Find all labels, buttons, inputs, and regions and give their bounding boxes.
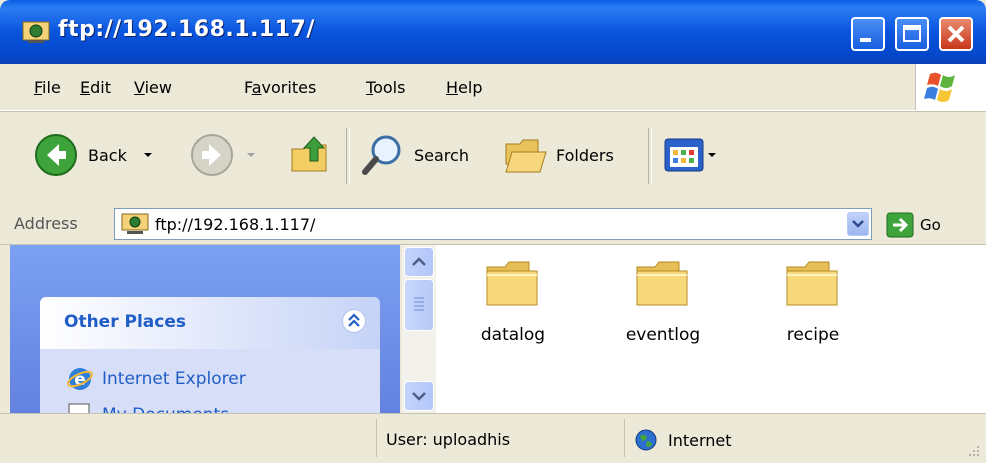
close-button[interactable] [939, 17, 973, 51]
search-button[interactable]: Search [360, 132, 469, 178]
folder-label: datalog [480, 325, 546, 345]
other-places-header[interactable]: Other Places [40, 297, 380, 349]
folder-item[interactable]: eventlog [608, 257, 718, 345]
folder-icon [786, 261, 838, 306]
explorer-window: ftp://192.168.1.117/ File Edit View Favo… [0, 0, 986, 463]
chevron-down-icon[interactable] [706, 150, 718, 160]
other-places-body: e Internet Explorer My Documents [40, 349, 380, 413]
window-title: ftp://192.168.1.117/ [58, 17, 315, 42]
folder-item[interactable]: datalog [458, 257, 568, 345]
globe-icon [635, 429, 657, 451]
menu-favorites[interactable]: Favorites [244, 78, 316, 97]
scroll-up-button[interactable] [404, 247, 434, 277]
scroll-down-button[interactable] [404, 381, 434, 411]
panel-title: Other Places [64, 312, 186, 332]
resize-grip-icon[interactable] [962, 439, 982, 459]
go-arrow-icon [886, 212, 914, 238]
minimize-button[interactable] [851, 17, 885, 51]
ftp-folder-icon [22, 21, 50, 43]
toolbar-separator [346, 128, 350, 184]
address-dropdown-button[interactable] [847, 212, 869, 236]
folder-label: eventlog [625, 325, 701, 345]
folders-label: Folders [556, 145, 614, 165]
folder-item[interactable]: recipe [758, 257, 868, 345]
folder-icon [636, 261, 688, 306]
back-arrow-icon [35, 134, 77, 176]
back-label: Back [88, 145, 127, 165]
status-user: User: uploadhis [386, 430, 511, 449]
chevron-down-icon[interactable] [141, 150, 155, 160]
folders-icon [505, 139, 547, 173]
chevron-down-icon [412, 392, 426, 401]
up-folder-icon [291, 136, 327, 172]
forward-arrow-icon [191, 134, 233, 176]
forward-button[interactable] [190, 133, 258, 177]
status-divider [376, 419, 377, 457]
views-button[interactable] [664, 138, 718, 172]
scroll-thumb[interactable] [404, 279, 434, 331]
title-bar[interactable]: ftp://192.168.1.117/ [0, 0, 986, 64]
task-pane-scrollbar[interactable] [402, 245, 436, 413]
zone-label: Internet [668, 430, 732, 450]
search-icon [362, 135, 401, 175]
internet-explorer-icon: e [67, 368, 93, 390]
toolbar: Back Search Folders [0, 111, 986, 205]
sidebar-link-my-documents[interactable]: My Documents [102, 405, 229, 413]
status-bar: User: uploadhis Internet [0, 413, 986, 463]
search-label: Search [414, 145, 469, 165]
menu-file[interactable]: File [34, 78, 61, 97]
views-icon [664, 138, 704, 172]
menu-bar: File Edit View Favorites Tools Help [0, 64, 986, 111]
chevron-down-icon[interactable] [244, 150, 258, 160]
toolbar-separator [648, 128, 652, 184]
menu-help[interactable]: Help [446, 78, 482, 97]
chevron-up-icon [412, 257, 426, 266]
menu-edit[interactable]: Edit [80, 78, 111, 97]
sidebar-link-internet-explorer[interactable]: Internet Explorer [102, 369, 246, 389]
go-label: Go [920, 216, 941, 234]
my-documents-icon [68, 403, 90, 413]
address-label: Address [14, 214, 78, 233]
file-list: datalog eventlog recipe [436, 245, 986, 413]
address-value: ftp://192.168.1.117/ [155, 215, 316, 234]
status-divider [624, 419, 625, 457]
folder-label: recipe [786, 325, 840, 345]
ftp-folder-icon [121, 213, 149, 234]
address-bar: Address ftp://192.168.1.117/ Go [0, 204, 986, 245]
chevron-down-icon [852, 220, 864, 228]
menu-view[interactable]: View [134, 78, 172, 97]
folders-button[interactable]: Folders [502, 132, 614, 178]
go-button[interactable]: Go [886, 212, 941, 238]
windows-logo [915, 64, 986, 110]
task-pane: Other Places e Internet Explorer My Docu… [10, 245, 400, 413]
maximize-button[interactable] [895, 17, 929, 51]
folder-icon [486, 261, 538, 306]
back-button[interactable]: Back [34, 133, 155, 177]
status-zone: Internet [634, 428, 732, 452]
menu-tools[interactable]: Tools [366, 78, 405, 97]
address-input[interactable]: ftp://192.168.1.117/ [114, 208, 872, 240]
up-folder-button[interactable] [288, 131, 334, 177]
collapse-icon[interactable] [342, 309, 366, 333]
